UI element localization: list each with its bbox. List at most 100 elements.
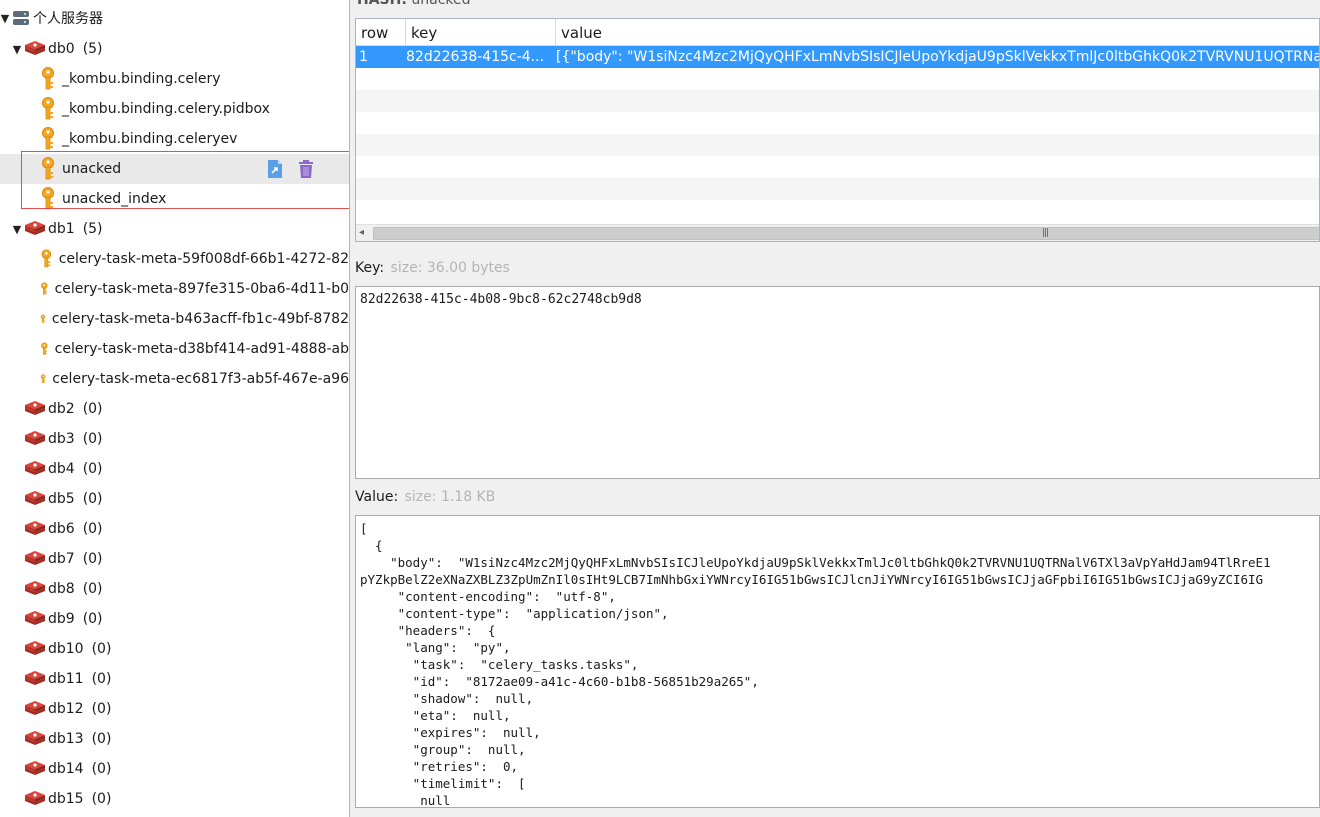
redis-db-icon <box>25 461 45 475</box>
table-row[interactable]: 1 82d22638-415c-4... [{"body": "W1siNzc4… <box>356 46 1319 68</box>
key-icon <box>42 187 54 210</box>
tree-db-count: (0) <box>91 641 112 657</box>
value-label: Value: size: 1.18 KB <box>355 489 495 505</box>
expand-arrow-icon[interactable]: ▼ <box>12 43 22 56</box>
delete-key-icon[interactable] <box>297 159 315 179</box>
tree-key-node[interactable]: celery-task-meta-d38bf414-ad91-4888-ab <box>0 334 349 364</box>
tree-db-node[interactable]: db13 (0) <box>0 724 349 754</box>
tree-key-label: celery-task-meta-59f008df-66b1-4272-82 <box>58 251 349 267</box>
tree-key-node[interactable]: celery-task-meta-ec6817f3-ab5f-467e-a96 <box>0 364 349 394</box>
tree-db-count: (0) <box>82 401 103 417</box>
key-icon <box>40 374 46 384</box>
tree-key-label: _kombu.binding.celery.pidbox <box>62 101 270 117</box>
tree-db-node[interactable]: db2 (0) <box>0 394 349 424</box>
grip-icon: ||| <box>1042 228 1049 238</box>
table-cell-value: [{"body": "W1siNzc4Mzc2MjQyQHFxLmNvbSIsI… <box>556 49 1320 65</box>
tree-key-node[interactable]: _kombu.binding.celery <box>0 64 349 94</box>
tree-key-label: celery-task-meta-d38bf414-ad91-4888-ab <box>54 341 349 357</box>
key-name-label: unacked <box>411 0 471 8</box>
column-header-key[interactable]: key <box>406 19 556 46</box>
redis-db-icon <box>25 401 45 415</box>
value-editor[interactable]: [ { "body": "W1siNzc4Mzc2MjQyQHFxLmNvbSI… <box>355 515 1320 808</box>
tree-db-node[interactable]: db9 (0) <box>0 604 349 634</box>
redis-db-icon <box>25 791 45 805</box>
key-viewer: HASH: unacked row key value 1 82d22638-4… <box>351 0 1320 817</box>
tree-db-node[interactable]: db4 (0) <box>0 454 349 484</box>
tree-db-label: db3 <box>48 431 75 447</box>
tree-key-node[interactable]: unacked <box>0 154 349 184</box>
tree-key-node[interactable]: celery-task-meta-897fe315-0ba6-4d11-b0 <box>0 274 349 304</box>
tree-key-label: celery-task-meta-897fe315-0ba6-4d11-b0 <box>54 281 349 297</box>
tree-key-label: unacked_index <box>62 191 167 207</box>
redis-db-icon <box>25 221 45 235</box>
connection-tree: ▼ 个人服务器 ▼ db0 (5) _kombu.binding.celery _kom… <box>0 0 350 817</box>
column-header-value[interactable]: value <box>556 19 1319 46</box>
tree-db-label: db8 <box>48 581 75 597</box>
tree-db-count: (5) <box>82 221 103 237</box>
tree-db-node[interactable]: db8 (0) <box>0 574 349 604</box>
redis-db-icon <box>25 431 45 445</box>
redis-db-icon <box>25 611 45 625</box>
tree-db-node[interactable]: db10 (0) <box>0 634 349 664</box>
key-icon <box>41 282 48 295</box>
tree-key-label: _kombu.binding.celeryev <box>62 131 238 147</box>
redis-db-icon <box>25 731 45 745</box>
key-icon <box>42 67 54 90</box>
tree-db-label: db12 <box>48 701 84 717</box>
key-icon <box>42 157 54 180</box>
value-size: size: 1.18 KB <box>404 489 496 505</box>
tree-db-node[interactable]: db6 (0) <box>0 514 349 544</box>
tree-db-label: db14 <box>48 761 84 777</box>
horizontal-scrollbar[interactable]: ◂ ||| <box>356 224 1319 241</box>
tree-db-label: db9 <box>48 611 75 627</box>
tree-db-node[interactable]: db5 (0) <box>0 484 349 514</box>
tree-key-node[interactable]: celery-task-meta-b463acff-fb1c-49bf-8782 <box>0 304 349 334</box>
tree-db-node[interactable]: ▼ db1 (5) <box>0 214 349 244</box>
table-cell-row: 1 <box>359 49 368 65</box>
tree-db-label: db15 <box>48 791 84 807</box>
tree-db-node[interactable]: db7 (0) <box>0 544 349 574</box>
tree-key-node[interactable]: unacked_index <box>0 184 349 214</box>
tree-db-node[interactable]: db12 (0) <box>0 694 349 724</box>
column-header-row[interactable]: row <box>356 19 406 46</box>
tree-db-label: db7 <box>48 551 75 567</box>
key-value-field[interactable]: 82d22638-415c-4b08-9bc8-62c2748cb9d8 <box>355 286 1320 479</box>
tree-db-count: (0) <box>82 551 103 567</box>
empty-row <box>356 90 1319 112</box>
tree-key-node[interactable]: _kombu.binding.celery.pidbox <box>0 94 349 124</box>
tree-key-label: _kombu.binding.celery <box>62 71 221 87</box>
tree-db-label: db5 <box>48 491 75 507</box>
tree-db-label: db1 <box>48 221 75 237</box>
tree-db-node[interactable]: db3 (0) <box>0 424 349 454</box>
key-icon <box>41 342 48 355</box>
redis-db-icon <box>25 701 45 715</box>
tree-db-node[interactable]: db14 (0) <box>0 754 349 784</box>
tree-key-node[interactable]: celery-task-meta-59f008df-66b1-4272-82 <box>0 244 349 274</box>
key-label-text: Key: <box>355 260 385 276</box>
scroll-left-icon[interactable]: ◂ <box>359 227 364 238</box>
tree-db-label: db6 <box>48 521 75 537</box>
tree-db-label: db11 <box>48 671 84 687</box>
tree-db-count: (0) <box>91 761 112 777</box>
hash-table[interactable]: row key value 1 82d22638-415c-4... [{"bo… <box>355 18 1320 242</box>
redis-db-icon <box>25 491 45 505</box>
open-key-icon[interactable] <box>266 159 284 179</box>
tree-db-count: (0) <box>82 581 103 597</box>
expand-arrow-icon[interactable]: ▼ <box>12 223 22 236</box>
server-name: 个人服务器 <box>33 11 103 27</box>
scrollbar-thumb[interactable]: ||| <box>373 227 1319 240</box>
tree-db-count: (0) <box>82 521 103 537</box>
tree-db-count: (0) <box>82 431 103 447</box>
server-icon <box>13 11 29 25</box>
tree-db-node[interactable]: db11 (0) <box>0 664 349 694</box>
tree-db-node[interactable]: db15 (0) <box>0 784 349 814</box>
redis-db-icon <box>25 671 45 685</box>
tree-key-label: celery-task-meta-b463acff-fb1c-49bf-8782 <box>51 311 349 327</box>
expand-arrow-icon[interactable]: ▼ <box>0 12 10 25</box>
server-node[interactable]: ▼ 个人服务器 <box>0 3 349 33</box>
table-cell-key: 82d22638-415c-4... <box>406 49 545 65</box>
tree-db-node[interactable]: ▼ db0 (5) <box>0 34 349 64</box>
tree-key-node[interactable]: _kombu.binding.celeryev <box>0 124 349 154</box>
redis-db-icon <box>25 521 45 535</box>
redis-db-icon <box>25 761 45 775</box>
